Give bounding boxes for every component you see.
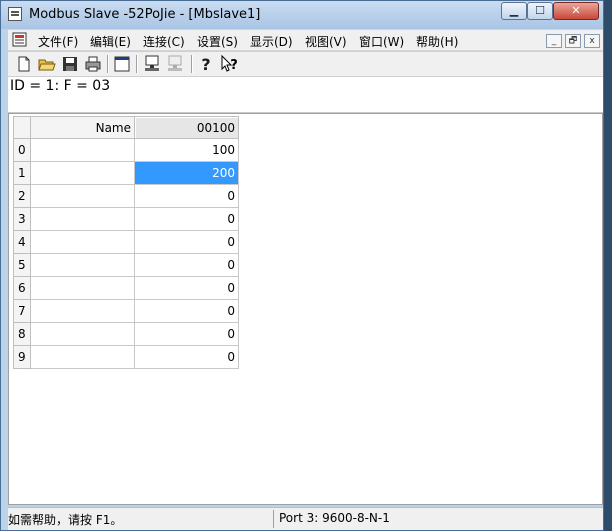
minimize-icon: ▁ <box>509 4 519 17</box>
register-value-cell[interactable]: 0 <box>135 254 239 277</box>
minimize-button[interactable]: ▁ <box>501 2 527 20</box>
mdi-close-button[interactable]: x <box>584 34 600 48</box>
status-port-text: Port 3: 9600-8-N-1 <box>279 511 390 525</box>
name-cell[interactable] <box>31 346 135 369</box>
menu-bar: 文件(F) 编辑(E) 连接(C) 设置(S) 显示(D) 视图(V) 窗口(W… <box>8 29 603 51</box>
name-cell[interactable] <box>31 277 135 300</box>
row-header[interactable]: 4 <box>13 231 31 254</box>
grid-corner-header[interactable] <box>13 116 31 139</box>
row-header[interactable]: 6 <box>13 277 31 300</box>
menu-display[interactable]: 显示(D) <box>250 33 293 50</box>
register-value-cell[interactable]: 0 <box>135 231 239 254</box>
register-value-cell[interactable]: 0 <box>135 323 239 346</box>
document-icon[interactable] <box>12 32 28 48</box>
row-header[interactable]: 9 <box>13 346 31 369</box>
row-header[interactable]: 3 <box>13 208 31 231</box>
toolbar-separator <box>191 55 193 73</box>
register-value-cell[interactable]: 0 <box>135 277 239 300</box>
toolbar-separator <box>107 55 109 73</box>
maximize-icon: ☐ <box>535 4 545 17</box>
close-icon: ✕ <box>571 4 581 17</box>
slave-id-function-label: ID = 1: F = 03 <box>10 78 111 94</box>
name-cell[interactable] <box>31 300 135 323</box>
window-icon[interactable] <box>112 54 132 74</box>
menu-window[interactable]: 窗口(W) <box>359 33 404 50</box>
row-header[interactable]: 1 <box>13 162 31 185</box>
monitor-connect-icon[interactable] <box>142 54 162 74</box>
context-help-icon[interactable]: ? <box>219 54 239 74</box>
register-value-cell[interactable]: 0 <box>135 300 239 323</box>
window-title: Modbus Slave -52PoJie - [Mbslave1] <box>29 7 261 22</box>
row-header[interactable]: 8 <box>13 323 31 346</box>
name-cell[interactable] <box>31 231 135 254</box>
svg-text:?: ? <box>230 58 238 73</box>
desktop-background <box>604 0 612 531</box>
status-help-text: 如需帮助，请按 F1。 <box>8 513 123 527</box>
register-value-cell[interactable]: 0 <box>135 185 239 208</box>
name-cell[interactable] <box>31 323 135 346</box>
register-value-cell[interactable]: 0 <box>135 208 239 231</box>
info-header: ID = 1: F = 03 <box>8 77 603 113</box>
new-icon[interactable] <box>14 54 34 74</box>
toolbar-separator <box>136 55 138 73</box>
name-cell[interactable] <box>31 162 135 185</box>
menu-file[interactable]: 文件(F) <box>38 33 78 50</box>
status-bar: 如需帮助，请按 F1。 Port 3: 9600-8-N-1 <box>8 507 603 530</box>
register-value-cell[interactable]: 200 <box>135 162 239 185</box>
menu-help[interactable]: 帮助(H) <box>416 33 458 50</box>
name-cell[interactable] <box>31 208 135 231</box>
mdi-minimize-button[interactable]: _ <box>546 34 562 48</box>
maximize-button[interactable]: ☐ <box>527 2 553 20</box>
mdi-restore-button[interactable]: 🗗 <box>565 34 581 48</box>
toolbar: ? ? <box>8 52 603 77</box>
menu-connection[interactable]: 连接(C) <box>143 33 185 50</box>
name-cell[interactable] <box>31 254 135 277</box>
menu-edit[interactable]: 编辑(E) <box>90 33 131 50</box>
row-header[interactable]: 5 <box>13 254 31 277</box>
row-header[interactable]: 7 <box>13 300 31 323</box>
open-folder-icon[interactable] <box>37 54 57 74</box>
app-window: Modbus Slave -52PoJie - [Mbslave1] ▁ ☐ ✕… <box>0 0 604 531</box>
name-cell[interactable] <box>31 139 135 162</box>
title-bar[interactable]: Modbus Slave -52PoJie - [Mbslave1] ▁ ☐ ✕ <box>1 1 603 29</box>
help-icon[interactable]: ? <box>196 54 216 74</box>
app-icon[interactable] <box>8 7 22 21</box>
column-header-name[interactable]: Name <box>31 116 135 139</box>
status-divider <box>273 510 274 528</box>
register-value-cell[interactable]: 100 <box>135 139 239 162</box>
register-value-cell[interactable]: 0 <box>135 346 239 369</box>
monitor-disconnect-icon[interactable] <box>165 54 185 74</box>
menu-setup[interactable]: 设置(S) <box>197 33 238 50</box>
row-header[interactable]: 2 <box>13 185 31 208</box>
menu-view[interactable]: 视图(V) <box>305 33 347 50</box>
row-header[interactable]: 0 <box>13 139 31 162</box>
register-grid-area[interactable]: Name 00100 0 100 1 200 2 0 3 0 4 0 5 0 6 0 7 0 8 0 9 0 <box>8 113 603 505</box>
print-icon[interactable] <box>83 54 103 74</box>
close-button[interactable]: ✕ <box>553 2 599 20</box>
column-header-address[interactable]: 00100 <box>135 116 239 139</box>
save-disk-icon[interactable] <box>60 54 80 74</box>
name-cell[interactable] <box>31 185 135 208</box>
svg-text:?: ? <box>201 55 210 74</box>
